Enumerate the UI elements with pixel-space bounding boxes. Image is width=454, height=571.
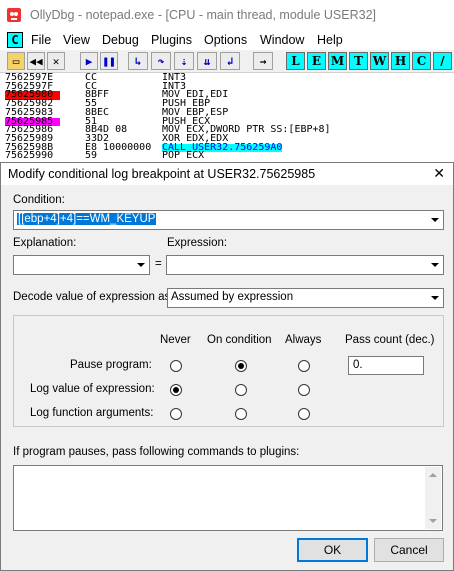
column-never: Never — [160, 334, 191, 346]
plugin-commands-textarea[interactable] — [13, 465, 443, 531]
cancel-button[interactable]: Cancel — [374, 538, 444, 562]
app-title-bar: OllyDbg - notepad.exe - [CPU - main thre… — [0, 0, 454, 30]
handles-button[interactable]: H — [391, 52, 410, 70]
patches-button[interactable]: / — [433, 52, 452, 70]
radio-log-value-on-condition[interactable] — [235, 384, 247, 396]
column-pass-count: Pass count (dec.) — [345, 334, 435, 346]
radio-log-args-always[interactable] — [298, 408, 310, 420]
disasm-row[interactable]: 75625980 8BFF MOV EDI,EDI — [0, 90, 454, 101]
chevron-down-icon[interactable] — [133, 256, 149, 274]
chevron-down-icon[interactable] — [427, 211, 443, 229]
disasm-instruction: POP ECX — [162, 150, 205, 162]
memory-map-button[interactable]: M — [328, 52, 347, 70]
ollydbg-logo-icon — [7, 8, 21, 22]
menu-file[interactable]: File — [31, 33, 51, 47]
row-label-log-value: Log value of expression: — [30, 383, 155, 395]
log-window-button[interactable]: L — [286, 52, 305, 70]
pass-count-field[interactable]: 0. — [348, 356, 424, 375]
menu-options[interactable]: Options — [204, 33, 247, 47]
breakpoint-dialog: Modify conditional log breakpoint at USE… — [0, 162, 454, 571]
condition-label: Condition: — [13, 194, 65, 206]
cpu-button[interactable]: C — [412, 52, 431, 70]
expression-label: Expression: — [167, 237, 228, 249]
decode-label: Decode value of expression as: — [13, 291, 174, 303]
executables-button[interactable]: E — [307, 52, 326, 70]
expression-combobox[interactable] — [166, 255, 444, 275]
radio-pause-always[interactable] — [298, 360, 310, 372]
disasm-row[interactable]: 75625990 59 POP ECX — [0, 150, 454, 162]
step-over-icon[interactable]: ↷ — [151, 52, 171, 70]
trace-into-icon[interactable]: ⇣ — [174, 52, 194, 70]
execute-till-return-icon[interactable]: ↲ — [220, 52, 240, 70]
disassembly-pane[interactable]: 7562597E CC INT3 7562597F CC INT3 75625980 8BFF… — [0, 73, 454, 163]
step-into-icon[interactable]: ↳ — [128, 52, 148, 70]
explanation-combobox[interactable] — [13, 255, 150, 275]
explanation-label: Explanation: — [13, 237, 77, 249]
menu-help[interactable]: Help — [317, 33, 343, 47]
plugins-label: If program pauses, pass following comman… — [13, 446, 300, 458]
column-on-condition: On condition — [207, 334, 272, 346]
scrollbar[interactable] — [425, 467, 441, 529]
radio-pause-never[interactable] — [170, 360, 182, 372]
windows-button[interactable]: W — [370, 52, 389, 70]
dialog-title-bar: Modify conditional log breakpoint at USE… — [1, 163, 453, 185]
open-icon[interactable]: ▭ — [7, 52, 25, 70]
menu-bar: C File View Debug Plugins Options Window… — [0, 30, 454, 50]
radio-log-value-never[interactable] — [170, 384, 182, 396]
radio-log-args-never[interactable] — [170, 408, 182, 420]
toolbar: ▭ ◀◀ ✕ ▶ ❚❚ ↳ ↷ ⇣ ⇊ ↲ → L E M T W H C / — [0, 50, 454, 73]
close-icon[interactable]: ✕ — [433, 165, 445, 182]
row-label-pause-program: Pause program: — [70, 359, 152, 371]
disasm-row[interactable]: 7562597E CC INT3 — [0, 73, 454, 83]
disasm-row[interactable]: 75625983 8BEC MOV EBP,ESP — [0, 107, 454, 118]
ok-button[interactable]: OK — [297, 538, 368, 562]
radio-log-value-always[interactable] — [298, 384, 310, 396]
disasm-row[interactable]: 7562598B E8 10000000 CALL USER32.756259A0 — [0, 142, 454, 153]
decode-value: Assumed by expression — [171, 291, 294, 303]
row-label-log-args: Log function arguments: — [30, 407, 154, 419]
disasm-address: 75625990 — [5, 150, 54, 162]
chevron-down-icon[interactable] — [427, 256, 443, 274]
menu-plugins[interactable]: Plugins — [151, 33, 192, 47]
close-icon[interactable]: ✕ — [47, 52, 65, 70]
radio-pause-on-condition[interactable] — [235, 360, 247, 372]
radio-log-args-on-condition[interactable] — [235, 408, 247, 420]
trace-over-icon[interactable]: ⇊ — [197, 52, 217, 70]
column-always: Always — [285, 334, 322, 346]
equals-sign: = — [155, 258, 162, 270]
condition-value: [[ebp+4]+4]==WM_KEYUP — [17, 213, 157, 225]
cpu-window-icon[interactable]: C — [7, 32, 23, 48]
dialog-title: Modify conditional log breakpoint at USE… — [8, 167, 316, 181]
goto-icon[interactable]: → — [253, 52, 273, 70]
menu-view[interactable]: View — [63, 33, 90, 47]
chevron-down-icon[interactable] — [427, 289, 443, 307]
pause-icon[interactable]: ❚❚ — [100, 52, 118, 70]
menu-window[interactable]: Window — [260, 33, 304, 47]
threads-button[interactable]: T — [349, 52, 368, 70]
restart-icon[interactable]: ◀◀ — [27, 52, 45, 70]
decode-combobox[interactable]: Assumed by expression — [167, 288, 444, 308]
disasm-hex: 59 — [85, 150, 98, 162]
pass-count-value: 0. — [353, 359, 363, 371]
menu-debug[interactable]: Debug — [102, 33, 139, 47]
app-title: OllyDbg - notepad.exe - [CPU - main thre… — [30, 8, 376, 22]
run-icon[interactable]: ▶ — [80, 52, 98, 70]
condition-combobox[interactable]: [[ebp+4]+4]==WM_KEYUP — [13, 210, 444, 230]
